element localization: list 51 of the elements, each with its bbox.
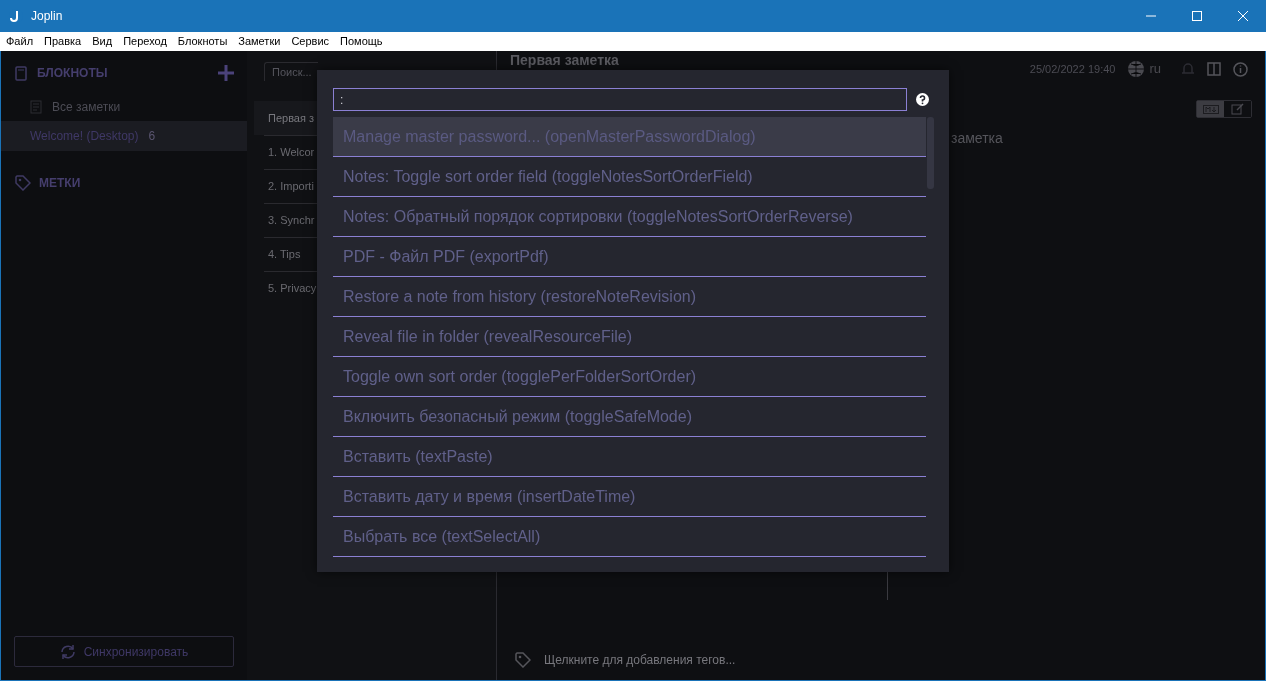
all-notes-item[interactable]: Все заметки <box>52 98 121 116</box>
menu-item[interactable]: Блокноты <box>177 33 228 50</box>
window-title: Joplin <box>31 8 63 25</box>
note-title[interactable]: Первая заметка <box>510 52 619 68</box>
layout-icon[interactable] <box>1207 62 1221 76</box>
command-item[interactable]: Notes: Обратный порядок сортировки (toggleNotesSortOrderReverse) <box>333 197 926 237</box>
maximize-icon[interactable] <box>1192 11 1202 21</box>
note-body-text: заметка <box>951 130 1003 146</box>
alarm-icon[interactable] <box>1181 62 1195 76</box>
tag-icon <box>15 175 31 191</box>
notebook-name: Welcome! (Desktop) <box>30 128 139 145</box>
command-input[interactable]: : <box>333 88 907 111</box>
markdown-view-button[interactable] <box>1197 101 1224 117</box>
command-item[interactable]: Reveal file in folder (revealResourceFile) <box>333 317 926 357</box>
command-item[interactable]: Вставить дату и время (insertDateTime) <box>333 477 926 517</box>
menu-item[interactable]: Вид <box>92 33 113 50</box>
sync-button[interactable]: Синхронизировать <box>14 636 234 667</box>
scrollbar[interactable] <box>927 117 934 189</box>
command-item[interactable]: Restore a note from history (restoreNoteRevision) <box>333 277 926 317</box>
notes-icon <box>30 100 44 114</box>
note-count: 6 <box>148 128 156 145</box>
command-item[interactable]: Toggle own sort order (togglePerFolderSortOrder) <box>333 357 926 397</box>
menu-item[interactable]: Переход <box>123 33 167 50</box>
notebook-icon <box>15 65 27 81</box>
language-label[interactable]: ru <box>1149 59 1161 79</box>
note-item[interactable]: Первая з <box>254 101 318 135</box>
globe-icon[interactable] <box>1127 60 1146 78</box>
tag-icon <box>515 652 531 668</box>
menu-item[interactable]: Сервис <box>291 33 330 50</box>
command-item[interactable]: Включить безопасный режим (toggleSafeMode) <box>333 397 926 437</box>
command-item[interactable]: Вставить (textPaste) <box>333 437 926 477</box>
menu-item[interactable]: Правка <box>44 33 82 50</box>
add-icon[interactable] <box>218 65 234 81</box>
markdown-icon <box>1202 104 1219 114</box>
edit-icon <box>1230 103 1245 115</box>
note-date: 25/02/2022 19:40 <box>1029 61 1116 77</box>
menu-item[interactable]: Помощь <box>340 33 383 50</box>
command-item[interactable]: Manage master password... (openMasterPasswordDialog) <box>333 117 926 157</box>
menu-item[interactable]: Заметки <box>238 33 281 50</box>
close-icon[interactable] <box>1238 11 1248 21</box>
command-item[interactable]: Выбрать все (textSelectAll) <box>333 517 926 557</box>
tags-field[interactable]: Щелкните для добавления тегов... <box>544 651 736 669</box>
help-icon[interactable] <box>916 93 929 106</box>
command-item[interactable]: Notes: Toggle sort order field (toggleNotesSortOrderField) <box>333 157 926 197</box>
section-header[interactable]: МЕТКИ <box>39 174 81 192</box>
info-icon[interactable] <box>1233 61 1248 77</box>
notebook-item[interactable]: Welcome! (Desktop) 6 <box>1 121 247 151</box>
section-header[interactable]: БЛОКНОТЫ <box>37 64 108 82</box>
menu-item[interactable]: Файл <box>6 33 34 50</box>
command-item[interactable]: PDF - Файл PDF (exportPdf) <box>333 237 926 277</box>
sync-icon <box>59 643 76 660</box>
